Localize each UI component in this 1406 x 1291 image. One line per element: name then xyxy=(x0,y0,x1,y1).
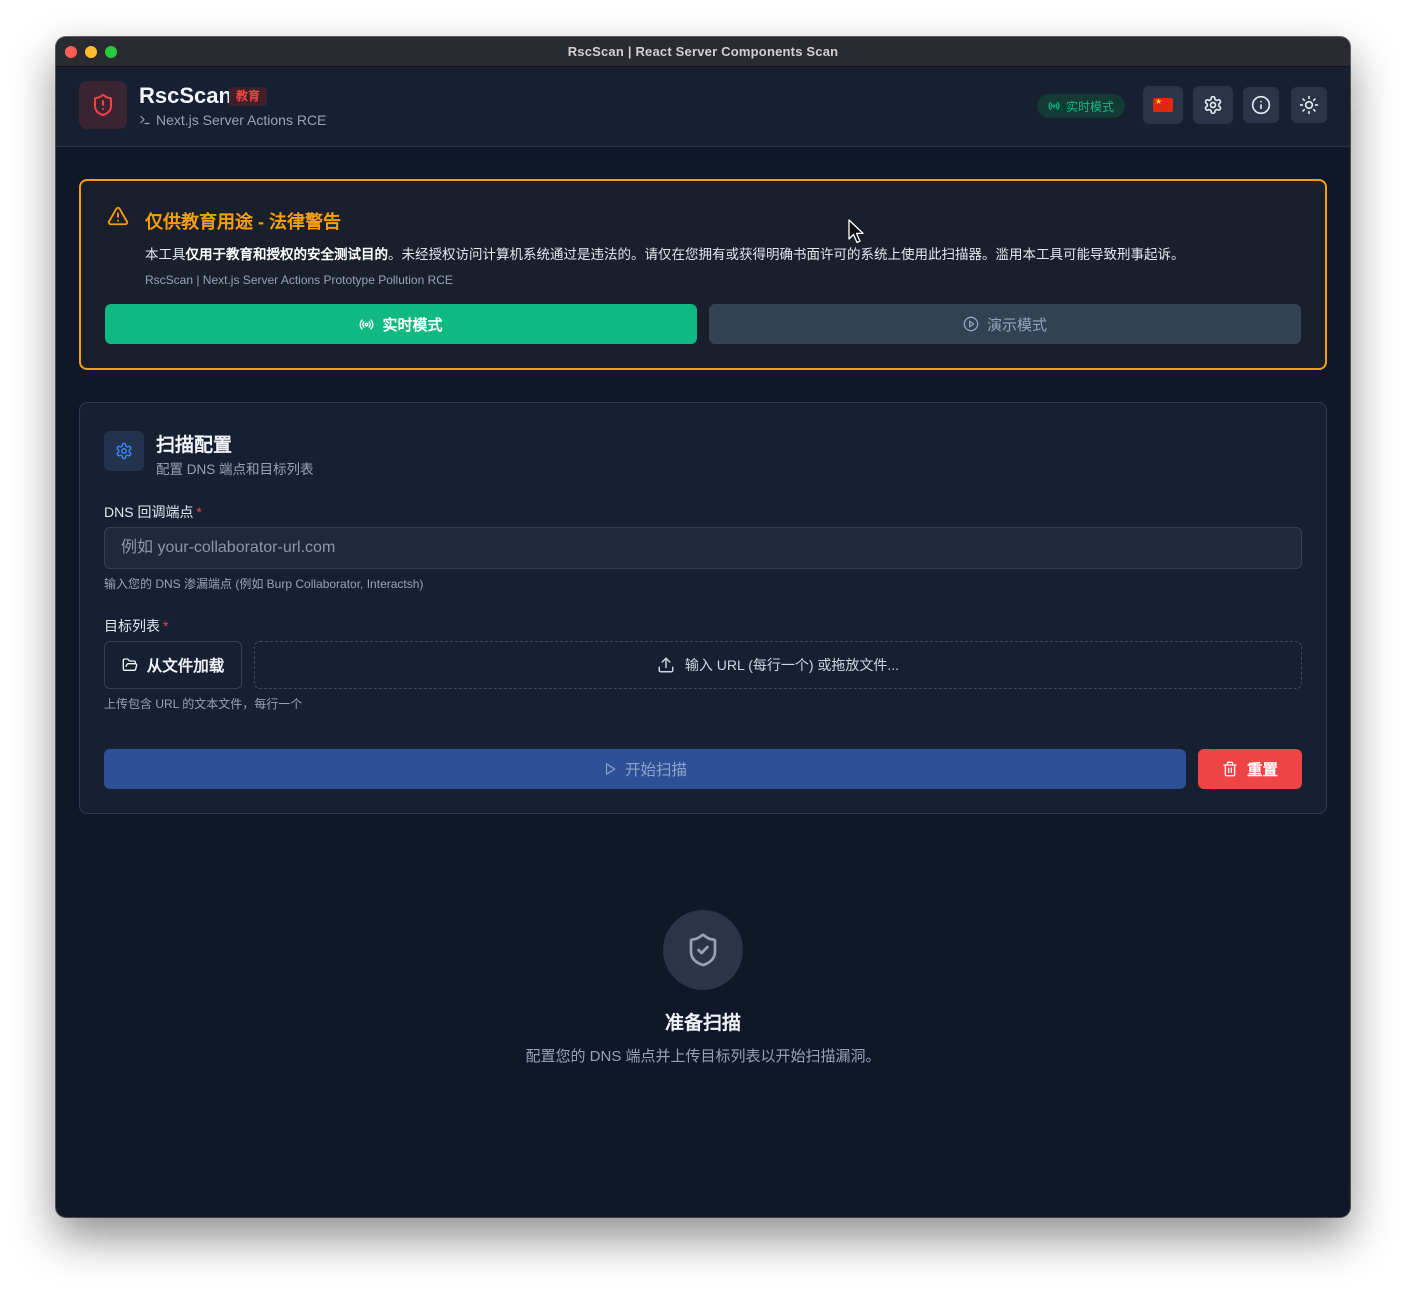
sun-icon xyxy=(1299,95,1319,115)
info-icon xyxy=(1251,95,1271,115)
config-title: 扫描配置 xyxy=(156,435,233,456)
load-from-file-label: 从文件加载 xyxy=(146,658,225,675)
dns-field-label-text: DNS 回调端点 xyxy=(104,504,194,520)
targets-drop-zone[interactable]: 输入 URL (每行一个) 或拖放文件... xyxy=(254,641,1302,689)
settings-button[interactable] xyxy=(1193,86,1233,124)
trash-icon xyxy=(1223,761,1237,777)
zoom-window-button[interactable] xyxy=(105,46,117,58)
warning-body: 本工具仅用于教育和授权的安全测试目的。未经授权访问计算机系统通过是违法的。请仅在… xyxy=(145,243,1185,263)
language-button[interactable]: ★ xyxy=(1143,86,1183,124)
mouse-pointer-icon xyxy=(848,219,864,244)
minimize-window-button[interactable] xyxy=(85,46,97,58)
empty-state-subtitle: 配置您的 DNS 端点并上传目标列表以开始扫描漏洞。 xyxy=(525,1048,881,1065)
load-from-file-button[interactable]: 从文件加载 xyxy=(104,641,242,689)
folder-open-icon xyxy=(122,658,138,671)
window-title: RscScan | React Server Components Scan xyxy=(567,44,839,59)
warning-note: RscScan | Next.js Server Actions Prototy… xyxy=(145,273,453,287)
reset-label: 重置 xyxy=(1246,762,1278,779)
ready-status-badge xyxy=(663,910,743,990)
app-header: RscScan 教育 Next.js Server Actions RCE 实时… xyxy=(56,67,1350,147)
china-flag-icon: ★ xyxy=(1153,98,1173,112)
dns-field-label: DNS 回调端点 * xyxy=(104,502,202,522)
warning-triangle-icon xyxy=(107,206,129,226)
start-scan-button[interactable]: 开始扫描 xyxy=(104,749,1186,789)
required-mark: * xyxy=(163,618,169,634)
title-bar: RscScan | React Server Components Scan xyxy=(56,37,1350,67)
play-circle-icon xyxy=(963,316,979,332)
app-name: RscScan xyxy=(139,83,232,108)
close-window-button[interactable] xyxy=(65,46,77,58)
drop-zone-text: 输入 URL (每行一个) 或拖放文件... xyxy=(684,657,900,673)
start-scan-label: 开始扫描 xyxy=(624,762,687,779)
live-mode-button-label: 实时模式 xyxy=(382,316,443,334)
targets-field-label-text: 目标列表 xyxy=(104,618,160,634)
shield-check-icon xyxy=(689,933,717,967)
demo-mode-button[interactable]: 演示模式 xyxy=(709,304,1301,344)
theme-toggle-button[interactable] xyxy=(1291,87,1327,123)
info-button[interactable] xyxy=(1243,87,1279,123)
empty-state-title: 准备扫描 xyxy=(664,1013,741,1034)
app-subtitle: Next.js Server Actions RCE xyxy=(139,112,326,128)
app-window: RscScan | React Server Components Scan R… xyxy=(56,37,1350,1217)
window-controls xyxy=(65,46,117,58)
radio-icon xyxy=(360,318,374,330)
targets-help-text: 上传包含 URL 的文本文件，每行一个 xyxy=(104,697,303,711)
live-mode-label: 实时模式 xyxy=(1066,99,1115,114)
upload-icon xyxy=(658,657,674,673)
required-mark: * xyxy=(196,504,202,520)
radio-icon xyxy=(1048,101,1060,111)
reset-button[interactable]: 重置 xyxy=(1198,749,1302,789)
warning-body-suffix: 。未经授权访问计算机系统通过是违法的。请仅在您拥有或获得明确书面许可的系统上使用… xyxy=(388,247,1185,262)
terminal-icon xyxy=(140,115,150,125)
scan-config-card: 扫描配置 配置 DNS 端点和目标列表 DNS 回调端点* 输入您的 DNS 渗… xyxy=(79,402,1327,814)
live-mode-button[interactable]: 实时模式 xyxy=(105,304,697,344)
config-subtitle: 配置 DNS 端点和目标列表 xyxy=(156,462,314,477)
app-logo xyxy=(79,81,127,129)
education-badge: 教育 xyxy=(229,87,268,106)
demo-mode-button-label: 演示模式 xyxy=(986,316,1047,334)
app-subtitle-text: Next.js Server Actions RCE xyxy=(156,112,327,128)
config-icon-box xyxy=(104,431,144,471)
shield-alert-icon xyxy=(94,94,112,117)
gear-icon xyxy=(116,442,132,460)
dns-help-text: 输入您的 DNS 渗漏端点 (例如 Burp Collaborator, Int… xyxy=(104,577,424,591)
dns-endpoint-input[interactable] xyxy=(104,527,1302,569)
warning-title: 仅供教育用途 - 法律警告 xyxy=(145,212,341,232)
legal-warning-card: 仅供教育用途 - 法律警告 本工具仅用于教育和授权的安全测试目的。未经授权访问计… xyxy=(79,179,1327,370)
live-mode-indicator: 实时模式 xyxy=(1037,94,1126,118)
warning-body-prefix: 本工具 xyxy=(145,247,186,262)
warning-body-emphasis: 仅用于教育和授权的安全测试目的 xyxy=(185,247,389,262)
play-icon xyxy=(605,763,616,775)
targets-field-label: 目标列表 * xyxy=(104,616,168,636)
gear-icon xyxy=(1204,95,1222,115)
